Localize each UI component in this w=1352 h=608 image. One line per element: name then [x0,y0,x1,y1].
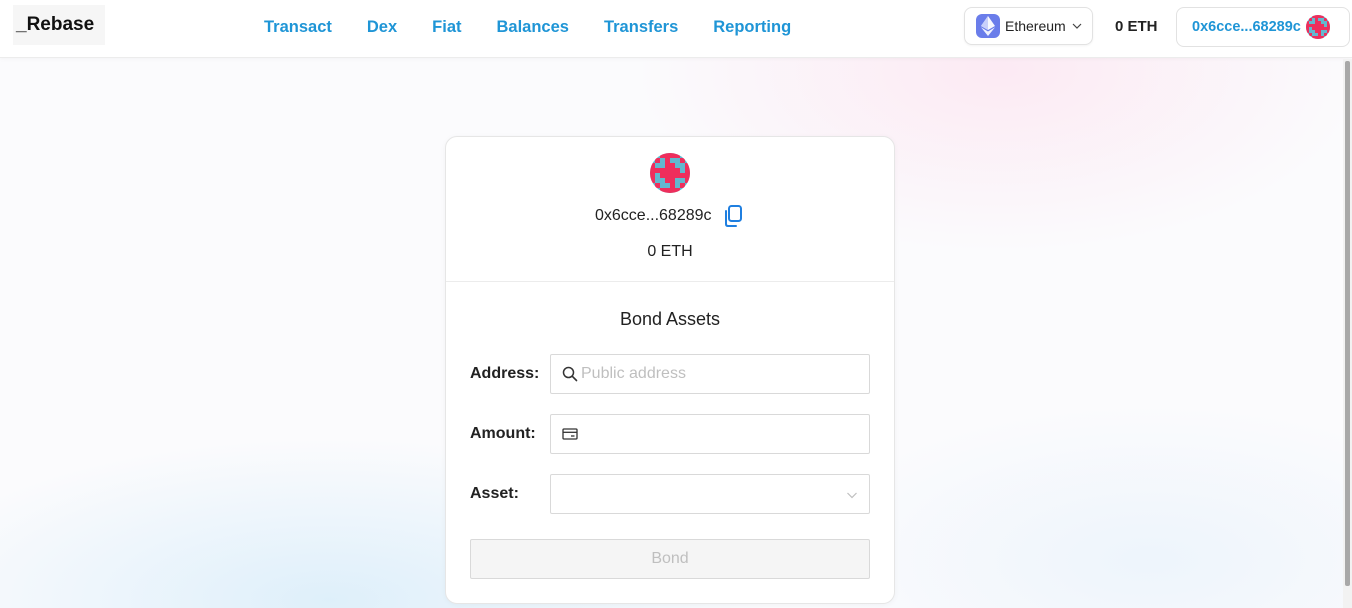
page-scrollbar[interactable] [1343,59,1352,608]
address-label: Address: [470,365,540,382]
scrollbar-thumb[interactable] [1345,61,1350,586]
nav-item-transact[interactable]: Transact [264,18,332,37]
network-label: Ethereum [1005,18,1066,34]
top-navbar: _Rebase Transact Dex Fiat Balances Trans… [0,0,1352,58]
credit-card-icon [562,428,578,440]
copy-icon[interactable] [722,204,744,228]
nav-item-balances[interactable]: Balances [497,18,569,37]
header-balance: 0 ETH [1115,18,1158,35]
nav-item-dex[interactable]: Dex [367,18,397,37]
wallet-address: 0x6cce...68289c [595,207,712,224]
form-title: Bond Assets [619,309,721,329]
address-input[interactable] [581,355,861,393]
bond-assets-card: 0x6cce...68289c 0 ETH Bond Assets Addres… [445,136,895,604]
account-address: 0x6cce...68289c [1192,19,1301,35]
main-nav: Transact Dex Fiat Balances Transfers Rep… [264,0,791,54]
network-selector[interactable]: Ethereum [964,7,1093,45]
nav-item-reporting[interactable]: Reporting [713,18,791,37]
asset-label: Asset: [470,485,519,502]
wallet-balance: 0 ETH [647,243,693,260]
nav-item-transfers[interactable]: Transfers [604,18,678,37]
app-logo[interactable]: _Rebase [13,5,105,45]
ethereum-icon [976,14,1000,38]
amount-field[interactable] [550,414,870,454]
account-button[interactable]: 0x6cce...68289c [1176,7,1350,47]
address-field[interactable] [550,354,870,394]
nav-item-fiat[interactable]: Fiat [432,18,461,37]
divider [446,281,894,282]
wallet-avatar [650,153,690,193]
search-icon [562,366,578,382]
chevron-down-icon [1072,23,1082,29]
amount-input[interactable] [581,415,861,453]
avatar [1305,15,1330,39]
asset-select[interactable] [550,474,870,514]
bond-button[interactable]: Bond [470,539,870,579]
chevron-down-icon [847,492,857,499]
amount-label: Amount: [470,425,536,442]
